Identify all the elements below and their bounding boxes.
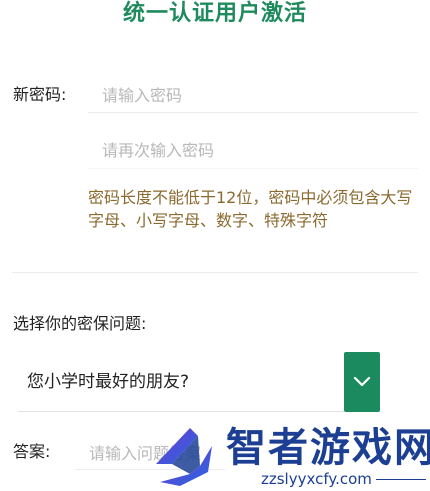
security-question-label: 选择你的密保问题: [13,314,147,333]
chevron-down-icon [353,376,371,387]
security-question-value: 您小学时最好的朋友? [27,372,190,392]
watermark-title: 智者游戏网 [226,425,430,471]
watermark-logo-icon [156,428,212,486]
watermark-url: zzslyyxcfy.com [261,470,372,488]
watermark-rule [376,479,426,480]
section-divider [12,272,418,273]
security-question-underline [18,411,344,412]
watermark: 智者游戏网 zzslyyxcfy.com [148,424,430,491]
confirm-password-underline [88,168,418,169]
activation-page: 统一认证用户激活 新密码: 密码长度不能低于12位，密码中必须包含大写字母、小写… [0,0,430,491]
security-question-select[interactable]: 您小学时最好的朋友? [18,352,380,412]
new-password-input[interactable] [102,82,412,108]
answer-label: 答案: [13,442,51,461]
new-password-label: 新密码: [13,85,67,104]
security-question-dropdown-button[interactable] [344,352,380,412]
new-password-underline [88,112,418,113]
page-title: 统一认证用户激活 [122,1,307,26]
password-hint: 密码长度不能低于12位，密码中必须包含大写字母、小写字母、数字、特殊字符 [88,188,413,230]
confirm-password-input[interactable] [102,137,412,163]
